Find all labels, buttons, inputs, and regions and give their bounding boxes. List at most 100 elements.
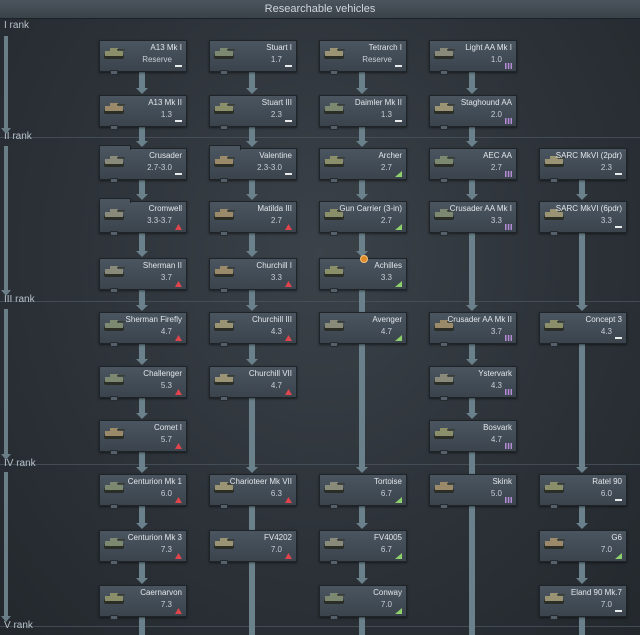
vehicle-card[interactable]: Skink 5.0 — [429, 474, 517, 509]
vehicle-card[interactable]: Comet I 5.7 — [99, 420, 187, 455]
vehicle-thumbnail-icon — [323, 317, 345, 333]
vehicle-card[interactable]: Crusader AA Mk II 3.7 — [429, 312, 517, 347]
event-badge-icon — [175, 436, 182, 449]
vehicle-card[interactable]: Caernarvon 7.3 — [99, 585, 187, 620]
vehicle-card[interactable]: SARC MkVI (2pdr) 2.3 — [539, 148, 627, 183]
vehicle-card[interactable]: Concept 3 4.3 — [539, 312, 627, 347]
vehicle-card[interactable]: FV4005 6.7 — [319, 530, 407, 565]
vehicle-card[interactable]: Tortoise 6.7 — [319, 474, 407, 509]
vehicle-card[interactable]: SARC MkVI (6pdr) 3.3 — [539, 201, 627, 236]
vehicle-card[interactable]: Challenger 5.3 — [99, 366, 187, 401]
vehicle-name: Achilles — [374, 261, 402, 270]
vehicle-card[interactable]: Eland 90 Mk.7 7.0 — [539, 585, 627, 620]
tree-connector — [576, 232, 588, 311]
vehicle-slot-marker-icon — [110, 178, 118, 183]
vehicle-name: Stuart I — [266, 43, 292, 52]
premium-badge-icon — [505, 382, 512, 395]
vehicle-card[interactable]: A13 Mk II 1.3 — [99, 95, 187, 130]
tree-connector — [136, 561, 148, 584]
vehicle-card[interactable]: Valentine 2.3-3.0 — [209, 145, 297, 183]
vehicle-slot-marker-icon — [440, 450, 448, 455]
vehicle-thumbnail-icon — [213, 45, 235, 61]
tree-connector — [246, 179, 258, 200]
battle-rating: 2.7 — [490, 163, 502, 172]
vehicle-name: Caernarvon — [140, 588, 182, 597]
tree-connector — [356, 179, 368, 200]
tree-connector — [246, 71, 258, 94]
vehicle-thumbnail-icon — [323, 45, 345, 61]
vehicle-card[interactable]: G6 7.0 — [539, 530, 627, 565]
vehicle-card[interactable]: Churchill III 4.3 — [209, 312, 297, 347]
vehicle-card[interactable]: AEC AA 2.7 — [429, 148, 517, 183]
vehicle-name: Churchill I — [256, 261, 292, 270]
vehicle-name: Staghound AA — [460, 98, 512, 107]
vehicle-card[interactable]: Conway 7.0 — [319, 585, 407, 620]
vehicle-card[interactable]: Crusader 2.7-3.0 — [99, 145, 187, 183]
vehicle-card[interactable]: Matilda III 2.7 — [209, 201, 297, 236]
reserve-badge-icon — [285, 111, 292, 122]
reserve-badge-icon — [615, 601, 622, 612]
tree-connector — [356, 232, 368, 257]
vehicle-slot-marker-icon — [110, 450, 118, 455]
vehicle-thumbnail-icon — [433, 371, 455, 387]
vehicle-card[interactable]: Crusader AA Mk I 3.3 — [429, 201, 517, 236]
vehicle-slot-marker-icon — [220, 288, 228, 293]
vehicle-card[interactable]: Ratel 90 6.0 — [539, 474, 627, 509]
vehicle-thumbnail-icon — [213, 206, 235, 222]
research-tree: Researchable vehicles I rank II rank III r… — [0, 0, 640, 635]
rank-divider — [0, 626, 640, 627]
vehicle-thumbnail-icon — [103, 371, 125, 387]
battle-rating: 2.3-3.0 — [257, 163, 282, 172]
reserve-badge-icon — [285, 56, 292, 67]
vehicle-card[interactable]: Gun Carrier (3-in) 2.7 — [319, 201, 407, 236]
tree-connector — [576, 179, 588, 200]
vehicle-name: Churchill VII — [248, 369, 292, 378]
vehicle-name: Matilda III — [257, 204, 292, 213]
vehicle-card[interactable]: Churchill VII 4.7 — [209, 366, 297, 401]
vehicle-slot-marker-icon — [110, 125, 118, 130]
battle-rating: 7.3 — [160, 600, 172, 609]
vehicle-thumbnail-icon — [103, 590, 125, 606]
vehicle-card[interactable]: Charioteer Mk VII 6.3 — [209, 474, 297, 509]
battle-rating: 3.3 — [490, 216, 502, 225]
vehicle-name: FV4005 — [373, 533, 402, 542]
vehicle-group-tab — [99, 198, 131, 203]
vehicle-thumbnail-icon — [543, 479, 565, 495]
battle-rating: 2.7 — [380, 216, 392, 225]
vehicle-card[interactable]: Sherman II 3.7 — [99, 258, 187, 293]
vehicle-card[interactable]: Sherman Firefly 4.7 — [99, 312, 187, 347]
vehicle-card[interactable]: Avenger 4.7 — [319, 312, 407, 347]
battle-rating: 5.0 — [490, 489, 502, 498]
vehicle-slot-marker-icon — [330, 560, 338, 565]
vehicle-thumbnail-icon — [433, 425, 455, 441]
vehicle-thumbnail-icon — [213, 535, 235, 551]
vehicle-thumbnail-icon — [433, 479, 455, 495]
vehicle-card[interactable]: Bosvark 4.7 — [429, 420, 517, 455]
vehicle-card[interactable]: Centurion Mk 1 6.0 — [99, 474, 187, 509]
vehicle-card[interactable]: Tetrarch I Reserve — [319, 40, 407, 75]
vehicle-name: Sherman II — [142, 261, 182, 270]
vehicle-slot-marker-icon — [440, 342, 448, 347]
vehicle-card[interactable]: Cromwell 3.3-3.7 — [99, 198, 187, 236]
vehicle-thumbnail-icon — [543, 535, 565, 551]
vehicle-card[interactable]: Light AA Mk I 1.0 — [429, 40, 517, 75]
vehicle-card[interactable]: Archer 2.7 — [319, 148, 407, 183]
tree-connector — [136, 505, 148, 529]
achievement-marker-icon — [360, 255, 368, 263]
vehicle-thumbnail-icon — [543, 317, 565, 333]
vehicle-card[interactable]: FV4202 7.0 — [209, 530, 297, 565]
tree-connector — [136, 126, 148, 147]
vehicle-slot-marker-icon — [330, 231, 338, 236]
premium-badge-icon — [505, 111, 512, 124]
vehicle-card[interactable]: Churchill I 3.3 — [209, 258, 297, 293]
vehicle-card[interactable]: A13 Mk I Reserve — [99, 40, 187, 75]
vehicle-card[interactable]: Stuart I 1.7 — [209, 40, 297, 75]
vehicle-name: Light AA Mk I — [465, 43, 512, 52]
vehicle-card[interactable]: Staghound AA 2.0 — [429, 95, 517, 130]
vehicle-card[interactable]: Stuart III 2.3 — [209, 95, 297, 130]
vehicle-card[interactable]: Daimler Mk II 1.3 — [319, 95, 407, 130]
vehicle-card[interactable]: Centurion Mk 3 7.3 — [99, 530, 187, 565]
tree-connector — [136, 451, 148, 473]
battle-rating: 1.3 — [380, 110, 392, 119]
vehicle-card[interactable]: Ystervark 4.3 — [429, 366, 517, 401]
